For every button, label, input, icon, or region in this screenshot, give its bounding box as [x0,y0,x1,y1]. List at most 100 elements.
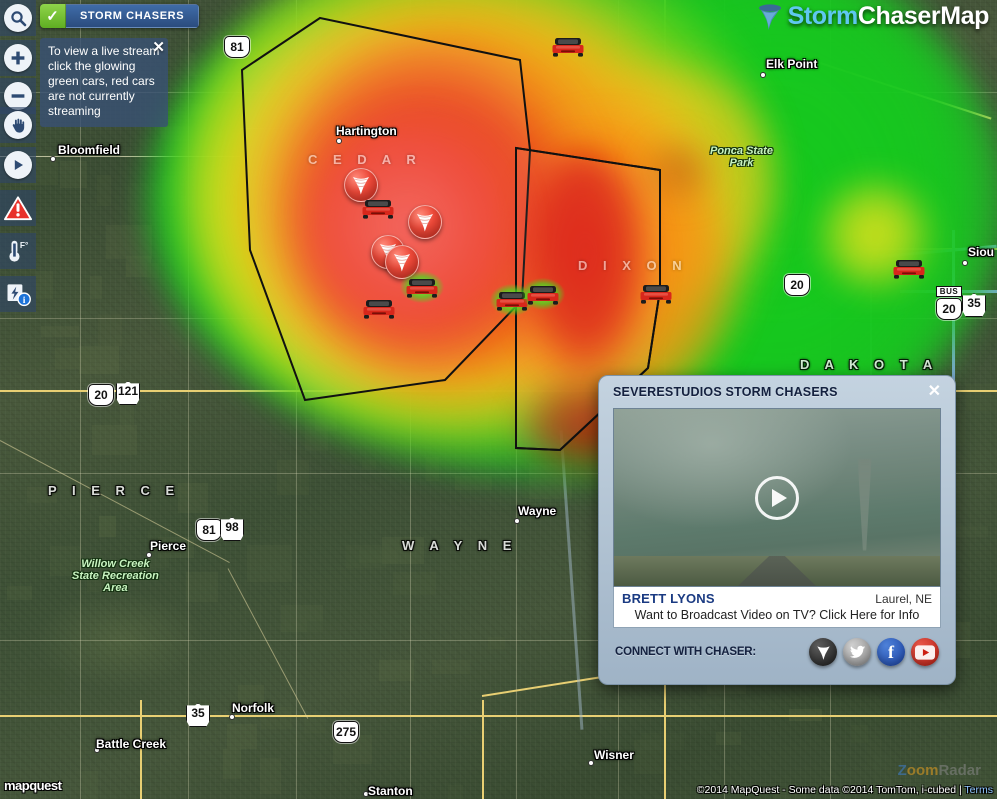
tooltip-text: To view a live stream click the glowing … [48,44,160,118]
park-label: Ponca State Park [710,145,773,169]
chaser-car-icon[interactable] [552,34,584,63]
app-logo-text: StormChaserMap [787,2,990,31]
connect-with-chaser-label: CONNECT WITH CHASER: [615,646,757,658]
streaming-chaser-car-marker[interactable] [521,278,565,310]
streaming-chaser-car-marker[interactable] [400,271,444,303]
city-label: Bloomfield [58,143,120,157]
storm-chasers-checkbox[interactable]: ✓ [40,4,66,28]
facebook-icon[interactable]: f [877,638,905,666]
city-dot [50,156,56,162]
chaser-stream-popup: SEVERESTUDIOS STORM CHASERS ✕ BRETT LYON… [598,375,956,685]
youtube-icon[interactable] [911,638,939,666]
city-dot [962,260,968,266]
terms-link[interactable]: Terms [964,784,993,796]
county-label: W A Y N E [402,538,518,553]
county-label: C E D A R [308,152,422,167]
warnings-button[interactable] [0,190,36,226]
search-icon [4,4,32,32]
temperature-button[interactable]: F° [0,233,36,269]
tornado-logo-icon [758,3,781,30]
zoom-in-icon [4,44,32,72]
twitter-icon[interactable] [843,638,871,666]
county-label: D A K O T A [800,357,939,372]
highway-shield-121: 121 [116,381,140,405]
zoomradar-radar: Radar [938,762,981,779]
logo-word-chaser: Chaser [857,2,941,30]
live-stream-video[interactable] [613,408,941,587]
app-logo[interactable]: StormChaserMap [757,2,989,31]
video-funnel-cloud [857,458,872,551]
city-label: Pierce [150,539,187,553]
chaser-name: BRETT LYONS [622,591,715,606]
offline-chaser-car-marker[interactable] [893,256,925,280]
play-video-button[interactable] [755,475,799,520]
social-links: f [809,638,939,666]
chaser-car-icon[interactable] [527,282,559,311]
zoomradar-logo: ZoomRadar [898,762,981,779]
storm-chaser-map-app: Bloomfield Hartington Elk Point Siou Wayne Pi… [0,0,997,799]
highway-shield-35: 35 [186,703,210,727]
attribution-copyright: ©2014 MapQuest - Some data ©2014 TomTom,… [696,784,965,796]
storm-chasers-toggle[interactable]: ✓ STORM CHASERS [40,4,200,28]
city-dot [514,518,520,524]
thermometer-icon: F° [4,237,32,265]
tooltip-close-icon[interactable]: ✕ [152,40,165,55]
play-animation-button[interactable] [0,147,36,183]
offline-chaser-car-marker[interactable] [363,296,395,320]
map-attribution: ©2014 MapQuest - Some data ©2014 TomTom,… [697,784,993,796]
highway-shield-35: 35 [962,293,986,317]
svg-text:F°: F° [20,240,28,250]
chaser-car-icon[interactable] [362,196,394,225]
lightning-info-button[interactable]: i [0,276,36,312]
chaser-car-icon[interactable] [406,275,438,304]
city-label: Hartington [336,124,397,138]
play-icon [4,151,32,179]
chaser-car-icon[interactable] [363,296,395,325]
tornado-icon[interactable] [408,205,442,239]
highway-shield-20: 20 [784,274,810,296]
city-dot [336,138,342,144]
lightning-icon: i [4,280,32,308]
svg-text:i: i [23,295,26,306]
county-label: P I E R C E [48,483,181,498]
zoomradar-oom: oom [906,762,939,779]
city-label: Elk Point [766,57,818,71]
search-icon-button[interactable] [0,0,36,36]
zoomradar-z: Z [897,762,907,779]
highway-shield-20: 20 [936,298,962,320]
tornado-report-marker[interactable] [408,205,442,239]
pan-hand-icon [4,111,32,139]
logo-word-storm: Storm [787,2,859,30]
mapquest-logo[interactable]: mapquest [4,778,62,793]
popup-title: SEVERESTUDIOS STORM CHASERS [613,385,838,399]
city-label: Wayne [518,504,557,518]
connect-with-chaser-row: CONNECT WITH CHASER: f [613,628,941,666]
chaser-car-icon[interactable] [893,256,925,285]
highway-shield-98: 98 [220,517,244,541]
city-label: Stanton [368,784,413,798]
broadcast-info-link[interactable]: Want to Broadcast Video on TV? Click Her… [622,606,932,622]
chaser-car-icon[interactable] [640,281,672,310]
city-label: Norfolk [232,701,274,715]
highway-shield-20: 20 [88,384,114,406]
popup-close-icon[interactable]: ✕ [928,384,941,400]
chaser-location: Laurel, NE [875,592,932,606]
chaser-info-row: BRETT LYONS Laurel, NE [622,591,932,606]
highway-shield-BUS: BUS [936,286,962,297]
zoom-out-icon [4,82,32,110]
park-label: Willow Creek State Recreation Area [72,558,159,594]
offline-chaser-car-marker[interactable] [640,281,672,305]
warning-triangle-icon [4,194,32,222]
offline-chaser-car-marker[interactable] [362,196,394,220]
highway-shield-81: 81 [224,36,250,58]
highway-shield-275: 275 [333,721,359,743]
live-stream-tooltip: ✕ To view a live stream click the glowin… [40,38,168,127]
offline-chaser-car-marker[interactable] [552,34,584,58]
city-label: Wisner [594,748,634,762]
pan-hand-button[interactable] [0,107,36,143]
city-label: Battle Creek [96,737,167,751]
zoom-in-button[interactable] [0,40,36,76]
county-label: D I X O N [578,258,688,273]
tornado-icon[interactable] [809,638,837,666]
storm-chasers-toggle-label[interactable]: STORM CHASERS [66,4,200,28]
